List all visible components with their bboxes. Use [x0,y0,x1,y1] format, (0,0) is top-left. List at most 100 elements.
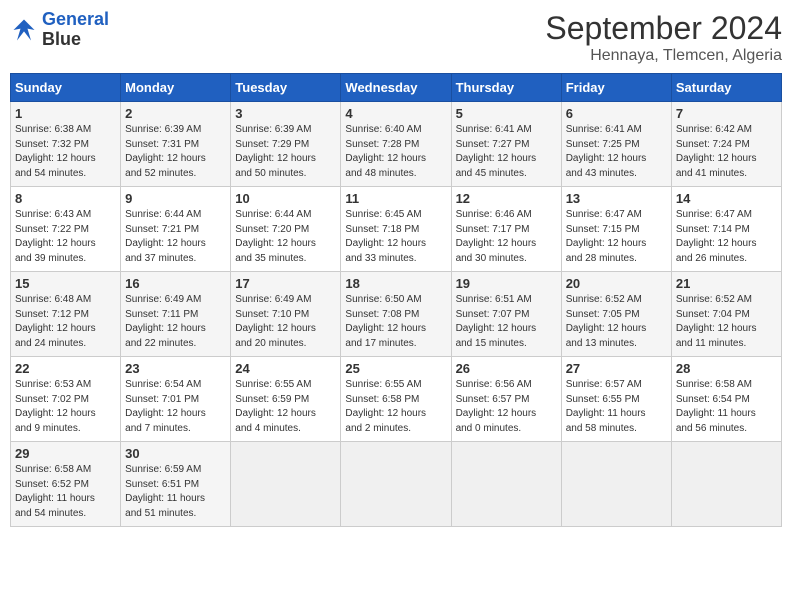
day-number: 22 [15,361,116,376]
empty-cell [231,442,341,527]
day-number: 6 [566,106,667,121]
day-cell-25: 25Sunrise: 6:55 AMSunset: 6:58 PMDayligh… [341,357,451,442]
day-number: 20 [566,276,667,291]
col-header-sunday: Sunday [11,74,121,102]
day-cell-12: 12 Sunrise: 6:46 AMSunset: 7:17 PMDayligh… [451,187,561,272]
day-info: Sunrise: 6:47 AMSunset: 7:14 PMDaylight:… [676,208,777,266]
day-cell-3: 3 Sunrise: 6:39 AMSunset: 7:29 PMDaylight… [231,102,341,187]
day-number: 28 [676,361,777,376]
week-row-3: 15 Sunrise: 6:48 AMSunset: 7:12 PMDayligh… [11,272,782,357]
day-number: 24 [235,361,336,376]
day-cell-8: 8 Sunrise: 6:43 AMSunset: 7:22 PMDaylight… [11,187,121,272]
day-number: 13 [566,191,667,206]
day-number: 3 [235,106,336,121]
col-header-thursday: Thursday [451,74,561,102]
day-number: 15 [15,276,116,291]
col-header-friday: Friday [561,74,671,102]
day-number: 16 [125,276,226,291]
day-info: Sunrise: 6:54 AMSunset: 7:01 PMDaylight:… [125,378,226,436]
empty-cell [671,442,781,527]
day-info: Sunrise: 6:43 AMSunset: 7:22 PMDaylight:… [15,208,116,266]
day-info: Sunrise: 6:45 AMSunset: 7:18 PMDaylight:… [345,208,446,266]
day-info: Sunrise: 6:50 AMSunset: 7:08 PMDaylight:… [345,293,446,351]
day-cell-5: 5 Sunrise: 6:41 AMSunset: 7:27 PMDaylight… [451,102,561,187]
day-info: Sunrise: 6:39 AMSunset: 7:29 PMDaylight:… [235,123,336,181]
day-cell-16: 16 Sunrise: 6:49 AMSunset: 7:11 PMDayligh… [121,272,231,357]
logo-icon [10,16,38,44]
day-number: 27 [566,361,667,376]
day-cell-28: 28 Sunrise: 6:58 AMSunset: 6:54 PMDayligh… [671,357,781,442]
col-header-tuesday: Tuesday [231,74,341,102]
day-info: Sunrise: 6:59 AMSunset: 6:51 PMDaylight:… [125,463,226,521]
day-info: Sunrise: 6:56 AMSunset: 6:57 PMDaylight:… [456,378,557,436]
day-cell-1: 1 Sunrise: 6:38 AMSunset: 7:32 PMDaylight… [11,102,121,187]
calendar-table: SundayMondayTuesdayWednesdayThursdayFrid… [10,73,782,527]
day-number: 10 [235,191,336,206]
week-row-2: 8 Sunrise: 6:43 AMSunset: 7:22 PMDaylight… [11,187,782,272]
day-number: 2 [125,106,226,121]
page-header: General Blue September 2024 Hennaya, Tle… [10,10,782,65]
day-number: 14 [676,191,777,206]
day-info: Sunrise: 6:38 AMSunset: 7:32 PMDaylight:… [15,123,116,181]
header-row: SundayMondayTuesdayWednesdayThursdayFrid… [11,74,782,102]
day-info: Sunrise: 6:40 AMSunset: 7:28 PMDaylight:… [345,123,446,181]
week-row-1: 1 Sunrise: 6:38 AMSunset: 7:32 PMDaylight… [11,102,782,187]
logo: General Blue [10,10,109,50]
day-number: 7 [676,106,777,121]
day-info: Sunrise: 6:39 AMSunset: 7:31 PMDaylight:… [125,123,226,181]
day-number: 9 [125,191,226,206]
day-cell-7: 7 Sunrise: 6:42 AMSunset: 7:24 PMDaylight… [671,102,781,187]
day-cell-24: 24Sunrise: 6:55 AMSunset: 6:59 PMDayligh… [231,357,341,442]
week-row-4: 22 Sunrise: 6:53 AMSunset: 7:02 PMDayligh… [11,357,782,442]
day-number: 21 [676,276,777,291]
day-number: 26 [456,361,557,376]
day-info: Sunrise: 6:51 AMSunset: 7:07 PMDaylight:… [456,293,557,351]
day-number: 18 [345,276,446,291]
week-row-5: 29Sunrise: 6:58 AMSunset: 6:52 PMDayligh… [11,442,782,527]
day-cell-22: 22 Sunrise: 6:53 AMSunset: 7:02 PMDayligh… [11,357,121,442]
day-cell-27: 27 Sunrise: 6:57 AMSunset: 6:55 PMDayligh… [561,357,671,442]
empty-cell [451,442,561,527]
day-number: 23 [125,361,226,376]
day-info: Sunrise: 6:46 AMSunset: 7:17 PMDaylight:… [456,208,557,266]
day-number: 11 [345,191,446,206]
empty-cell [561,442,671,527]
day-info: Sunrise: 6:49 AMSunset: 7:11 PMDaylight:… [125,293,226,351]
day-cell-23: 23 Sunrise: 6:54 AMSunset: 7:01 PMDayligh… [121,357,231,442]
day-info: Sunrise: 6:58 AMSunset: 6:52 PMDaylight:… [15,463,116,521]
day-cell-9: 9 Sunrise: 6:44 AMSunset: 7:21 PMDaylight… [121,187,231,272]
day-info: Sunrise: 6:48 AMSunset: 7:12 PMDaylight:… [15,293,116,351]
day-info: Sunrise: 6:58 AMSunset: 6:54 PMDaylight:… [676,378,777,436]
day-number: 19 [456,276,557,291]
day-cell-30: 30 Sunrise: 6:59 AMSunset: 6:51 PMDayligh… [121,442,231,527]
day-info: Sunrise: 6:41 AMSunset: 7:27 PMDaylight:… [456,123,557,181]
day-info: Sunrise: 6:53 AMSunset: 7:02 PMDaylight:… [15,378,116,436]
col-header-monday: Monday [121,74,231,102]
day-cell-14: 14 Sunrise: 6:47 AMSunset: 7:14 PMDayligh… [671,187,781,272]
day-number: 8 [15,191,116,206]
day-number: 30 [125,446,226,461]
day-cell-29: 29Sunrise: 6:58 AMSunset: 6:52 PMDayligh… [11,442,121,527]
day-number: 1 [15,106,116,121]
col-header-saturday: Saturday [671,74,781,102]
day-cell-13: 13Sunrise: 6:47 AMSunset: 7:15 PMDayligh… [561,187,671,272]
day-cell-19: 19 Sunrise: 6:51 AMSunset: 7:07 PMDayligh… [451,272,561,357]
logo-text: General Blue [42,10,109,50]
day-info: Sunrise: 6:41 AMSunset: 7:25 PMDaylight:… [566,123,667,181]
col-header-wednesday: Wednesday [341,74,451,102]
title-block: September 2024 Hennaya, Tlemcen, Algeria [545,10,782,65]
day-info: Sunrise: 6:44 AMSunset: 7:20 PMDaylight:… [235,208,336,266]
location-title: Hennaya, Tlemcen, Algeria [545,47,782,65]
day-number: 17 [235,276,336,291]
day-number: 25 [345,361,446,376]
day-number: 5 [456,106,557,121]
day-info: Sunrise: 6:57 AMSunset: 6:55 PMDaylight:… [566,378,667,436]
day-info: Sunrise: 6:42 AMSunset: 7:24 PMDaylight:… [676,123,777,181]
day-info: Sunrise: 6:49 AMSunset: 7:10 PMDaylight:… [235,293,336,351]
day-number: 12 [456,191,557,206]
empty-cell [341,442,451,527]
day-cell-4: 4Sunrise: 6:40 AMSunset: 7:28 PMDaylight… [341,102,451,187]
day-info: Sunrise: 6:44 AMSunset: 7:21 PMDaylight:… [125,208,226,266]
day-cell-20: 20Sunrise: 6:52 AMSunset: 7:05 PMDayligh… [561,272,671,357]
day-cell-21: 21Sunrise: 6:52 AMSunset: 7:04 PMDayligh… [671,272,781,357]
